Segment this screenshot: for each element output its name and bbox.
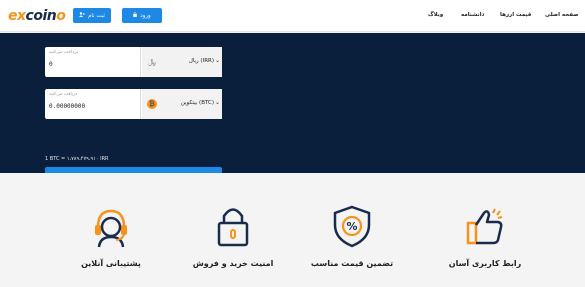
receive-value: 0.00000000 [49,103,86,110]
receive-field: دریافت می‌کنید 0.00000000 ₿ بیتکوین (BTC… [45,89,222,119]
svg-text:%: % [346,220,357,233]
bitcoin-icon: ₿ [147,99,157,109]
feature-easy-ui: رابط کاربری آسان [440,203,530,268]
pay-label: پرداخت می‌کنید [49,50,79,55]
feature-best-price: % تضمین قیمت مناسب [307,203,397,268]
feature-title: امنیت خرید و فروش [192,259,274,268]
feature-title: تضمین قیمت مناسب [310,259,394,268]
headset-icon [95,209,127,248]
exchange-hero: پرداخت می‌کنید 0 ﷼ ریال (IRR) ⌄ دریافت م… [0,33,585,190]
receive-amount-input[interactable]: دریافت می‌کنید 0.00000000 [45,89,141,119]
pay-currency-select[interactable]: ﷼ ریال (IRR) ⌄ [142,47,222,77]
pay-value: 0 [49,61,53,68]
nav-prices[interactable]: قیمت ارزها [500,12,531,18]
thumbs-up-icon [466,208,503,245]
rial-icon: ﷼ [148,58,156,66]
pay-currency: ریال (IRR) [188,58,214,64]
feature-title: رابط کاربری آسان [448,259,522,268]
receive-currency: بیتکوین (BTC) [180,100,214,106]
receive-currency-select[interactable]: ₿ بیتکوین (BTC) ⌄ [142,89,222,119]
percent-shield-icon: % [333,205,371,248]
nav-blog[interactable]: وبلاگ [428,12,443,18]
exchange-rate: 1 BTC = ۱،۷۸۹،۴۷۹،۹۱۰ IRR [45,156,109,162]
nav-home[interactable]: صفحه اصلی [545,12,579,18]
nav-encyclopedia[interactable]: دانشنامه [461,12,484,18]
pay-amount-input[interactable]: پرداخت می‌کنید 0 [45,47,141,77]
feature-title: پشتیبانی آنلاین [81,259,141,268]
lock-icon [133,12,138,19]
features-section: رابط کاربری آسان % تضمین قیمت مناسب امنی… [0,173,585,287]
padlock-icon [217,208,249,247]
feature-security: امنیت خرید و فروش [188,203,278,268]
chevron-down-icon: ⌄ [214,57,220,64]
top-navbar: excoino ثبت نام ورود صفحه اصلی قیمت ارزه… [0,0,585,32]
signup-button[interactable]: ثبت نام [73,8,111,23]
add-user-icon [79,12,85,19]
login-button[interactable]: ورود [122,8,162,23]
chevron-down-icon: ⌄ [214,99,220,106]
pay-field: پرداخت می‌کنید 0 ﷼ ریال (IRR) ⌄ [45,47,222,77]
excoino-logo[interactable]: excoino [8,8,66,24]
receive-label: دریافت می‌کنید [49,92,78,97]
feature-support: پشتیبانی آنلاین [66,203,156,268]
